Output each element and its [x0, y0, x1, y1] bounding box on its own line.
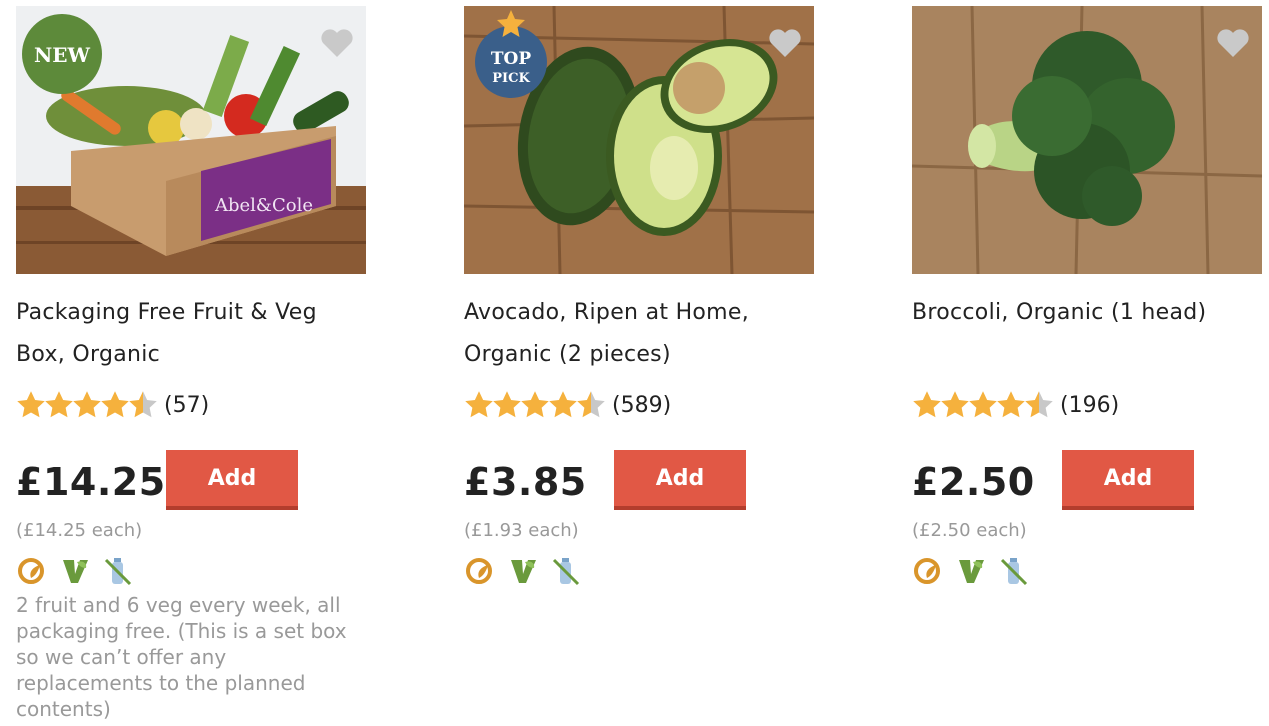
review-count[interactable]: (57): [164, 393, 209, 418]
plastic-free-icon[interactable]: [104, 556, 134, 586]
unit-price: (£14.25 each): [16, 520, 143, 541]
favourite-heart-icon[interactable]: [1216, 28, 1250, 58]
box-brand-text: Abel&Cole: [214, 195, 313, 216]
product-attributes: [16, 556, 148, 586]
product-card: TOP PICK Avocado, Ripen at Home, Organic…: [464, 6, 814, 586]
product-image[interactable]: [912, 6, 1262, 274]
add-to-basket-button[interactable]: Add: [614, 450, 746, 510]
svg-text:PICK: PICK: [492, 71, 530, 86]
add-to-basket-button[interactable]: Add: [1062, 450, 1194, 510]
price: £3.85: [464, 460, 587, 504]
product-image[interactable]: TOP PICK: [464, 6, 814, 274]
review-count[interactable]: (196): [1060, 393, 1119, 418]
product-card: Broccoli, Organic (1 head) (196) £2.50 A…: [912, 6, 1262, 586]
star-icon: [73, 391, 101, 418]
svg-text:NEW: NEW: [34, 43, 91, 67]
star-icon: [493, 391, 521, 418]
half-star-icon: [129, 391, 157, 418]
plastic-free-icon[interactable]: [1000, 556, 1030, 586]
organic-icon[interactable]: [464, 556, 494, 586]
star-icon: [17, 391, 45, 418]
unit-price: (£1.93 each): [464, 520, 579, 541]
add-to-basket-button[interactable]: Add: [166, 450, 298, 510]
organic-icon[interactable]: [912, 556, 942, 586]
product-image[interactable]: Abel&Cole NEW: [16, 6, 366, 274]
star-icon: [45, 391, 73, 418]
product-description: 2 fruit and 6 veg every week, all packag…: [16, 593, 347, 721]
star-rating: [464, 390, 605, 420]
star-rating: [16, 390, 157, 420]
star-icon: [969, 391, 997, 418]
price: £2.50: [912, 460, 1035, 504]
star-rating: [912, 390, 1053, 420]
star-icon: [101, 391, 129, 418]
svg-text:TOP: TOP: [491, 49, 531, 69]
favourite-heart-icon[interactable]: [320, 28, 354, 58]
price: £14.25: [16, 460, 166, 504]
product-title[interactable]: Avocado, Ripen at Home, Organic (2 piece…: [464, 292, 814, 376]
rating: (196): [912, 390, 1119, 420]
favourite-heart-icon[interactable]: [768, 28, 802, 58]
star-icon: [913, 391, 941, 418]
review-count[interactable]: (589): [612, 393, 671, 418]
rating: (57): [16, 390, 209, 420]
star-icon: [549, 391, 577, 418]
product-title[interactable]: Broccoli, Organic (1 head): [912, 292, 1262, 334]
plastic-free-icon[interactable]: [552, 556, 582, 586]
vegan-icon[interactable]: [60, 556, 90, 586]
half-star-icon: [1025, 391, 1053, 418]
star-icon: [941, 391, 969, 418]
organic-icon[interactable]: [16, 556, 46, 586]
unit-price: (£2.50 each): [912, 520, 1027, 541]
star-icon: [997, 391, 1025, 418]
vegan-icon[interactable]: [956, 556, 986, 586]
vegan-icon[interactable]: [508, 556, 538, 586]
rating: (589): [464, 390, 671, 420]
new-badge: NEW: [22, 14, 102, 94]
product-attributes: [912, 556, 1044, 586]
product-title[interactable]: Packaging Free Fruit & Veg Box, Organic: [16, 292, 366, 376]
half-star-icon: [577, 391, 605, 418]
star-icon: [465, 391, 493, 418]
product-attributes: [464, 556, 596, 586]
product-card: Abel&Cole NEW Packaging Free Fruit & Veg…: [16, 6, 366, 721]
top-pick-badge: TOP PICK: [475, 10, 547, 98]
star-icon: [521, 391, 549, 418]
